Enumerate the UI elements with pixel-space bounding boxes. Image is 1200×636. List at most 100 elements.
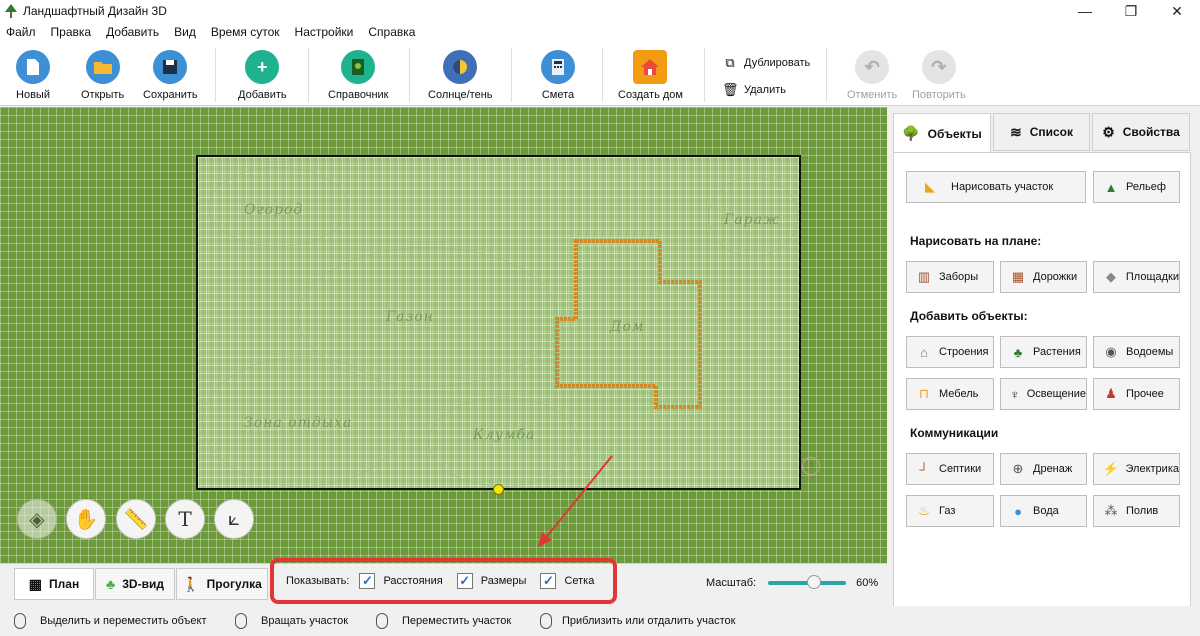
menu-edit[interactable]: Правка (51, 25, 92, 39)
angle-tool-icon[interactable]: ⟀ (214, 499, 254, 539)
close-icon[interactable]: ✕ (1154, 0, 1200, 22)
other-button[interactable]: ♟ Прочее (1093, 378, 1180, 410)
mountain-icon: ▲ (1104, 179, 1118, 195)
sizes-checkbox[interactable]: ✓ (456, 573, 473, 589)
floppy-disk-icon (153, 50, 188, 84)
distances-checkbox[interactable]: ✓ (359, 573, 376, 589)
scale-label: Масштаб: (706, 577, 757, 589)
right-panel: 🌳 Объекты ≋ Список ⚙ Свойства ◣ Нарисова… (890, 107, 1200, 636)
add-button[interactable]: + Добавить (238, 50, 287, 101)
plants-button[interactable]: ♣ Растения (1000, 336, 1087, 368)
drain-icon: ⊕ (1012, 461, 1024, 476)
platforms-button[interactable]: ◆ Площадки (1093, 261, 1180, 293)
menu-help[interactable]: Справка (368, 25, 415, 39)
plan-canvas[interactable]: Огород Гараж Газон Дом Зона отдыха Клумб… (0, 107, 887, 563)
bench-icon: ⊓ (918, 386, 930, 401)
status-select-move-label: Выделить и переместить объект (40, 615, 207, 627)
drainage-button[interactable]: ⊕ Дренаж (1000, 453, 1087, 485)
scale-slider[interactable] (768, 575, 847, 589)
sizes-label: Размеры (480, 575, 527, 587)
furniture-button[interactable]: ⊓ Мебель (906, 378, 994, 410)
flame-icon: ♨ (918, 503, 930, 518)
septic-button[interactable]: ┘ Септики (906, 453, 994, 485)
hand-tool-icon[interactable]: ✋ (66, 499, 106, 539)
house-outline[interactable] (198, 157, 803, 492)
garden-plot[interactable]: Огород Гараж Газон Дом Зона отдыха Клумб… (196, 155, 801, 490)
undo-button[interactable]: ↶ Отменить (847, 50, 897, 101)
ponds-button[interactable]: ◉ Водоемы (1093, 336, 1180, 368)
relief-button[interactable]: ▲ Рельеф (1093, 171, 1180, 203)
fences-button[interactable]: ▥ Заборы (906, 261, 994, 293)
water-button[interactable]: ● Вода (1000, 495, 1087, 527)
water-label: Вода (1033, 505, 1059, 517)
redo-label: Повторить (912, 89, 966, 101)
tab-walk[interactable]: 🚶 Прогулка (176, 568, 268, 600)
text-tool-icon[interactable]: T (165, 499, 205, 539)
duplicate-label: Дублировать (744, 57, 811, 69)
paths-button[interactable]: ▦ Дорожки (1000, 261, 1087, 293)
reference-button[interactable]: Справочник (328, 50, 389, 101)
menu-settings[interactable]: Настройки (295, 25, 354, 39)
draw-plot-button[interactable]: ◣ Нарисовать участок (906, 171, 1086, 203)
open-label: Открыть (81, 89, 125, 101)
title-bar: Ландшафтный Дизайн 3D (0, 0, 1200, 22)
delete-button[interactable]: 🗑 Удалить (722, 82, 786, 98)
tab-objects[interactable]: 🌳 Объекты (893, 113, 991, 153)
tab-plan[interactable]: ▦ План (14, 568, 94, 600)
delete-label: Удалить (744, 84, 786, 96)
electric-label: Электрика (1125, 463, 1180, 475)
show-label: Показывать: (286, 575, 350, 587)
status-rotate-label: Вращать участок (261, 615, 349, 627)
gas-button[interactable]: ♨ Газ (906, 495, 994, 527)
redo-icon: ↷ (921, 50, 956, 84)
toolbar: Новый Открыть Сохранить + Добавить Справ… (0, 42, 1200, 106)
plot-resize-handle[interactable] (493, 484, 504, 495)
duplicate-button[interactable]: ⧉ Дублировать (722, 55, 810, 71)
menu-view[interactable]: Вид (174, 25, 196, 39)
save-button[interactable]: Сохранить (143, 50, 198, 101)
estimate-button[interactable]: Смета (541, 50, 575, 101)
platforms-label: Площадки (1125, 271, 1179, 283)
window-title: Ландшафтный Дизайн 3D (23, 4, 167, 18)
tab-properties[interactable]: ⚙ Свойства (1092, 113, 1190, 151)
fence-icon: ▥ (917, 269, 931, 284)
compass-icon[interactable]: ↑ (802, 457, 820, 475)
gnome-icon: ♟ (1105, 386, 1117, 401)
maximize-icon[interactable]: ❐ (1108, 0, 1154, 22)
lighting-label: Освещение (1026, 388, 1086, 400)
annotation-arrow (538, 455, 613, 547)
gear-icon: ⚙ (1102, 123, 1115, 140)
menu-time-of-day[interactable]: Время суток (211, 25, 280, 39)
toolbar-separator (409, 48, 410, 102)
menu-add[interactable]: Добавить (106, 25, 159, 39)
tab-3d-view[interactable]: ♣ 3D-вид (95, 568, 175, 600)
save-label: Сохранить (143, 89, 198, 101)
tab-list[interactable]: ≋ Список (993, 113, 1090, 151)
scale-slider-thumb[interactable] (806, 575, 821, 589)
open-button[interactable]: Открыть (81, 50, 124, 101)
status-move-plot: Переместить участок (376, 613, 511, 629)
lighting-button[interactable]: ♆ Освещение (1000, 378, 1087, 410)
grass-3d-icon: ♣ (106, 576, 116, 592)
tab-3d-view-label: 3D-вид (122, 577, 164, 591)
toolbar-separator (215, 48, 216, 102)
other-label: Прочее (1126, 388, 1164, 400)
layers-tool-icon[interactable]: ◈ (17, 499, 57, 539)
sun-shade-button[interactable]: Солнце/тень (428, 50, 493, 101)
objects-panel: ◣ Нарисовать участок ▲ Рельеф Нарисовать… (893, 152, 1191, 631)
status-move-plot-label: Переместить участок (402, 615, 512, 627)
redo-button[interactable]: ↷ Повторить (912, 50, 966, 101)
menu-file[interactable]: Файл (6, 25, 36, 39)
create-house-button[interactable]: Создать дом (618, 50, 683, 101)
toolbar-separator (308, 48, 309, 102)
walk-icon: 🚶 (182, 575, 200, 592)
scale-control: Масштаб: 60% (706, 575, 878, 589)
building-icon: ⌂ (920, 344, 928, 360)
grid-checkbox[interactable]: ✓ (540, 573, 557, 589)
buildings-button[interactable]: ⌂ Строения (906, 336, 994, 368)
ruler-tool-icon[interactable]: 📏 (116, 499, 156, 539)
watering-button[interactable]: ⁂ Полив (1093, 495, 1180, 527)
new-button[interactable]: Новый (16, 50, 50, 101)
minimize-icon[interactable]: — (1062, 0, 1108, 22)
electric-button[interactable]: ⚡ Электрика (1093, 453, 1180, 485)
